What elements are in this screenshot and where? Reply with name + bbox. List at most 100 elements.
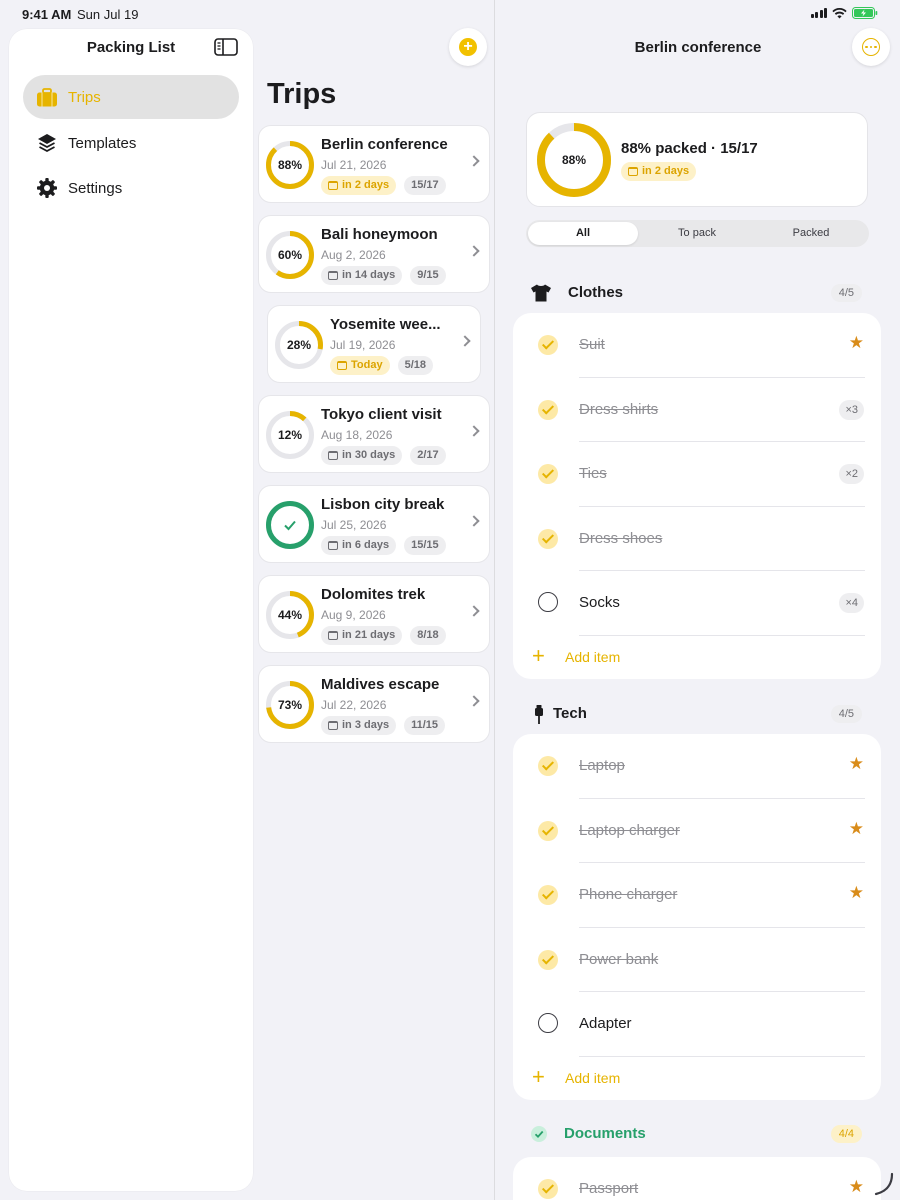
checkmark-icon bbox=[284, 520, 296, 531]
add-trip-button[interactable]: + bbox=[449, 28, 487, 66]
trip-card[interactable]: 28% Yosemite wee... Jul 19, 2026 Today 5… bbox=[267, 305, 481, 383]
suitcase-icon bbox=[36, 86, 58, 108]
star-icon: ★ bbox=[848, 754, 864, 773]
detail-title: Berlin conference bbox=[634, 39, 762, 56]
chevron-right-icon bbox=[468, 425, 480, 437]
countdown-badge: in 6 days bbox=[321, 536, 397, 555]
star-icon: ★ bbox=[848, 883, 864, 902]
packing-item[interactable]: Power bank bbox=[513, 928, 881, 992]
trip-name: Lisbon city break bbox=[321, 496, 445, 513]
trip-name: Berlin conference bbox=[321, 136, 448, 153]
layers-icon bbox=[36, 132, 58, 154]
checked-icon[interactable] bbox=[538, 1179, 558, 1199]
packing-item[interactable]: Dress shirts ×3 bbox=[513, 378, 881, 442]
page-title: Trips bbox=[267, 78, 337, 110]
progress-percent: 88% bbox=[277, 158, 303, 172]
checked-icon[interactable] bbox=[538, 464, 558, 484]
trip-card[interactable]: 44% Dolomites trek Aug 9, 2026 in 21 day… bbox=[258, 575, 490, 653]
calendar-icon bbox=[628, 167, 638, 176]
item-label: Socks bbox=[579, 594, 620, 611]
packing-item[interactable]: Phone charger ★ bbox=[513, 863, 881, 928]
plus-icon: + bbox=[532, 643, 545, 668]
trip-card[interactable]: 12% Tokyo client visit Aug 18, 2026 in 3… bbox=[258, 395, 490, 473]
cable-icon bbox=[535, 705, 543, 724]
sidebar-item-settings[interactable]: Settings bbox=[23, 166, 239, 210]
item-label: Laptop charger bbox=[579, 821, 680, 839]
category-header-clothes[interactable]: Clothes 4/5 bbox=[526, 281, 866, 305]
checked-icon[interactable] bbox=[538, 756, 558, 776]
plus-icon: + bbox=[459, 38, 477, 56]
trip-name: Tokyo client visit bbox=[321, 406, 442, 423]
trip-card[interactable]: Lisbon city break Jul 25, 2026 in 6 days… bbox=[258, 485, 490, 563]
filter-to-pack[interactable]: To pack bbox=[642, 222, 752, 245]
checked-icon[interactable] bbox=[538, 885, 558, 905]
star-icon: ★ bbox=[848, 818, 864, 838]
chevron-right-icon bbox=[468, 515, 480, 527]
filter-segmented-control: All To pack Packed bbox=[526, 220, 869, 247]
trip-date: Aug 18, 2026 bbox=[321, 428, 393, 442]
more-options-button[interactable] bbox=[852, 28, 890, 66]
item-label: Phone charger bbox=[579, 886, 678, 903]
category-card-documents: Passport ★ bbox=[513, 1157, 881, 1200]
item-label: Laptop bbox=[579, 757, 625, 774]
checked-icon[interactable] bbox=[538, 949, 558, 970]
item-label: Suit bbox=[579, 336, 605, 353]
calendar-icon bbox=[328, 631, 338, 640]
sidebar-item-label: Templates bbox=[68, 134, 137, 152]
resize-handle-icon[interactable] bbox=[874, 1172, 896, 1196]
trip-name: Maldives escape bbox=[321, 676, 440, 693]
packing-item[interactable]: Laptop charger ★ bbox=[513, 799, 881, 863]
trip-card[interactable]: 73% Maldives escape Jul 22, 2026 in 3 da… bbox=[258, 665, 490, 743]
checked-icon[interactable] bbox=[538, 335, 558, 355]
packing-summary-card: 88% 88% packed · 15/17 in 2 days bbox=[526, 112, 868, 207]
packing-item[interactable]: Adapter bbox=[513, 992, 881, 1057]
trip-card[interactable]: 60% Bali honeymoon Aug 2, 2026 in 14 day… bbox=[258, 215, 490, 293]
trip-date: Jul 19, 2026 bbox=[330, 338, 396, 352]
add-item-button[interactable]: + Add item bbox=[513, 635, 881, 681]
trip-name: Bali honeymoon bbox=[321, 226, 438, 243]
countdown-badge: in 21 days bbox=[321, 626, 403, 645]
packing-item[interactable]: Passport ★ bbox=[513, 1157, 881, 1200]
countdown-badge: in 3 days bbox=[321, 716, 397, 735]
tshirt-icon bbox=[531, 284, 551, 302]
item-label: Passport bbox=[579, 1180, 639, 1197]
packing-item[interactable]: Ties ×2 bbox=[513, 442, 881, 507]
chevron-right-icon bbox=[459, 335, 471, 347]
category-count: 4/5 bbox=[830, 705, 862, 723]
category-name: Clothes bbox=[568, 284, 624, 301]
filter-all[interactable]: All bbox=[528, 222, 638, 245]
packing-item[interactable]: Socks ×4 bbox=[513, 571, 881, 636]
trip-date: Aug 9, 2026 bbox=[321, 608, 386, 622]
packing-item[interactable]: Dress shoes bbox=[513, 507, 881, 571]
unchecked-circle-icon[interactable] bbox=[538, 1013, 558, 1033]
calendar-icon bbox=[328, 451, 338, 460]
packing-item[interactable]: Suit ★ bbox=[513, 313, 881, 378]
ellipsis-circle-icon bbox=[862, 38, 880, 56]
checked-icon[interactable] bbox=[538, 820, 558, 841]
sidebar-item-label: Settings bbox=[68, 179, 123, 197]
filter-packed[interactable]: Packed bbox=[756, 222, 866, 245]
trip-date: Jul 25, 2026 bbox=[321, 518, 387, 532]
sidebar-toggle-icon[interactable] bbox=[214, 38, 238, 56]
trip-name: Yosemite wee... bbox=[330, 316, 441, 333]
count-badge: 9/15 bbox=[410, 266, 446, 285]
packing-item[interactable]: Laptop ★ bbox=[513, 734, 881, 799]
calendar-icon bbox=[328, 721, 338, 730]
category-header-documents[interactable]: Documents 4/4 bbox=[526, 1122, 866, 1146]
checked-icon[interactable] bbox=[538, 399, 558, 420]
sidebar-item-trips[interactable]: Trips bbox=[23, 75, 239, 119]
status-date: Sun Jul 19 bbox=[77, 7, 139, 22]
trip-date: Jul 22, 2026 bbox=[321, 698, 387, 712]
category-header-tech[interactable]: Tech 4/5 bbox=[526, 702, 866, 726]
add-item-button[interactable]: + Add item bbox=[513, 1056, 881, 1102]
progress-percent: 60% bbox=[277, 248, 303, 262]
checked-icon[interactable] bbox=[538, 528, 558, 549]
chevron-right-icon bbox=[468, 245, 480, 257]
trip-date: Jul 21, 2026 bbox=[321, 158, 387, 172]
unchecked-circle-icon[interactable] bbox=[538, 592, 558, 612]
countdown-badge: in 14 days bbox=[321, 266, 403, 285]
trip-card[interactable]: 88% Berlin conference Jul 21, 2026 in 2 … bbox=[258, 125, 490, 203]
sidebar-item-templates[interactable]: Templates bbox=[23, 121, 239, 165]
count-badge: 5/18 bbox=[397, 356, 433, 375]
calendar-icon bbox=[328, 181, 338, 190]
